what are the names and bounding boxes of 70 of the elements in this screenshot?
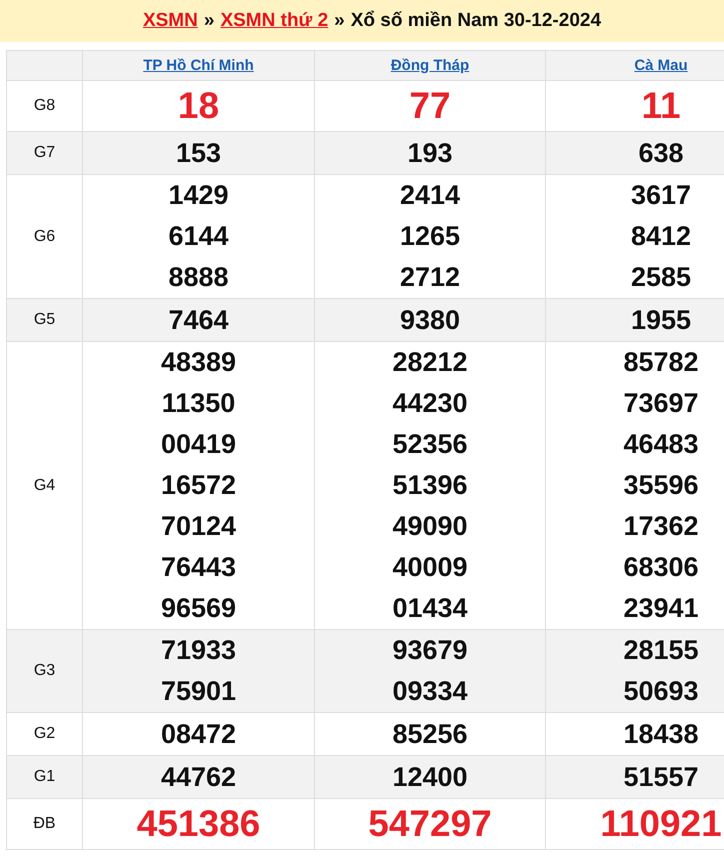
result-number: 3617 bbox=[630, 180, 692, 210]
page-title: Xổ số miền Nam 30-12-2024 bbox=[350, 10, 602, 32]
result-number: 75901 bbox=[160, 676, 236, 706]
prize-label: G4 bbox=[34, 476, 56, 494]
result-number: 638 bbox=[638, 138, 684, 168]
result-number: 46483 bbox=[623, 429, 699, 459]
prize-label: ĐB bbox=[33, 815, 56, 832]
result-number: 110921 bbox=[600, 803, 722, 844]
result-number: 12400 bbox=[392, 762, 468, 792]
result-number: 44230 bbox=[392, 388, 468, 418]
prize-label: G1 bbox=[34, 768, 56, 785]
result-number: 28155 bbox=[623, 635, 699, 665]
result-number: 52356 bbox=[392, 429, 468, 459]
result-number: 9380 bbox=[400, 304, 460, 334]
prize-label: G8 bbox=[34, 97, 56, 114]
result-number: 49090 bbox=[392, 511, 468, 541]
result-number: 08472 bbox=[160, 718, 236, 748]
prize-label: G5 bbox=[34, 311, 56, 328]
result-number: 76443 bbox=[160, 552, 236, 582]
result-number: 1265 bbox=[400, 221, 460, 251]
result-number: 70124 bbox=[160, 511, 236, 541]
result-number: 96569 bbox=[160, 593, 236, 623]
result-number: 85782 bbox=[623, 347, 699, 377]
result-number: 18 bbox=[178, 85, 220, 126]
result-number: 44762 bbox=[160, 762, 236, 792]
result-number: 28212 bbox=[392, 347, 468, 377]
result-number: 51396 bbox=[392, 470, 468, 500]
result-number: 11350 bbox=[162, 388, 236, 418]
result-number: 71933 bbox=[160, 635, 236, 665]
result-number: 16572 bbox=[160, 470, 236, 500]
prize-label: G7 bbox=[34, 144, 56, 161]
result-number: 6144 bbox=[168, 221, 229, 251]
result-number: 93679 bbox=[392, 635, 468, 665]
result-number: 8412 bbox=[630, 221, 692, 251]
result-number: 1429 bbox=[168, 180, 229, 210]
result-number: 73697 bbox=[623, 388, 699, 418]
result-number: 48389 bbox=[160, 347, 236, 377]
result-number: 01434 bbox=[392, 593, 468, 623]
result-number: 547297 bbox=[368, 803, 492, 844]
result-number: 7464 bbox=[168, 304, 229, 334]
breadcrumb-separator: » bbox=[204, 10, 214, 32]
prize-label: G6 bbox=[34, 228, 56, 244]
result-number: 50693 bbox=[623, 676, 699, 706]
result-number: 00419 bbox=[160, 429, 236, 459]
province-link[interactable]: Cà Mau bbox=[634, 56, 688, 74]
result-number: 2414 bbox=[400, 180, 460, 210]
result-number: 17362 bbox=[623, 511, 699, 541]
result-number: 51557 bbox=[623, 762, 699, 792]
province-link[interactable]: Đồng Tháp bbox=[390, 56, 470, 74]
result-number: 40009 bbox=[392, 552, 468, 582]
result-number: 23941 bbox=[623, 593, 699, 623]
result-number: 193 bbox=[407, 138, 453, 168]
breadcrumb-separator: » bbox=[334, 10, 345, 32]
result-number: 09334 bbox=[392, 676, 468, 706]
result-number: 2585 bbox=[630, 262, 692, 292]
result-number: 18438 bbox=[623, 718, 699, 748]
result-number: 451386 bbox=[136, 803, 260, 844]
prize-label: G2 bbox=[34, 725, 56, 742]
result-number: 153 bbox=[176, 138, 222, 168]
result-number: 8888 bbox=[168, 262, 229, 292]
result-number: 68306 bbox=[623, 552, 699, 582]
breadcrumb-link[interactable]: XSMN thứ 2 bbox=[220, 10, 328, 32]
result-number: 1955 bbox=[630, 304, 692, 334]
result-number: 85256 bbox=[392, 718, 468, 748]
breadcrumb-link[interactable]: XSMN bbox=[142, 10, 198, 32]
result-number: 2712 bbox=[400, 262, 460, 292]
prize-label: G3 bbox=[34, 662, 56, 679]
result-number: 35596 bbox=[623, 470, 699, 500]
result-number: 77 bbox=[409, 85, 451, 126]
result-number: 11 bbox=[641, 85, 681, 126]
